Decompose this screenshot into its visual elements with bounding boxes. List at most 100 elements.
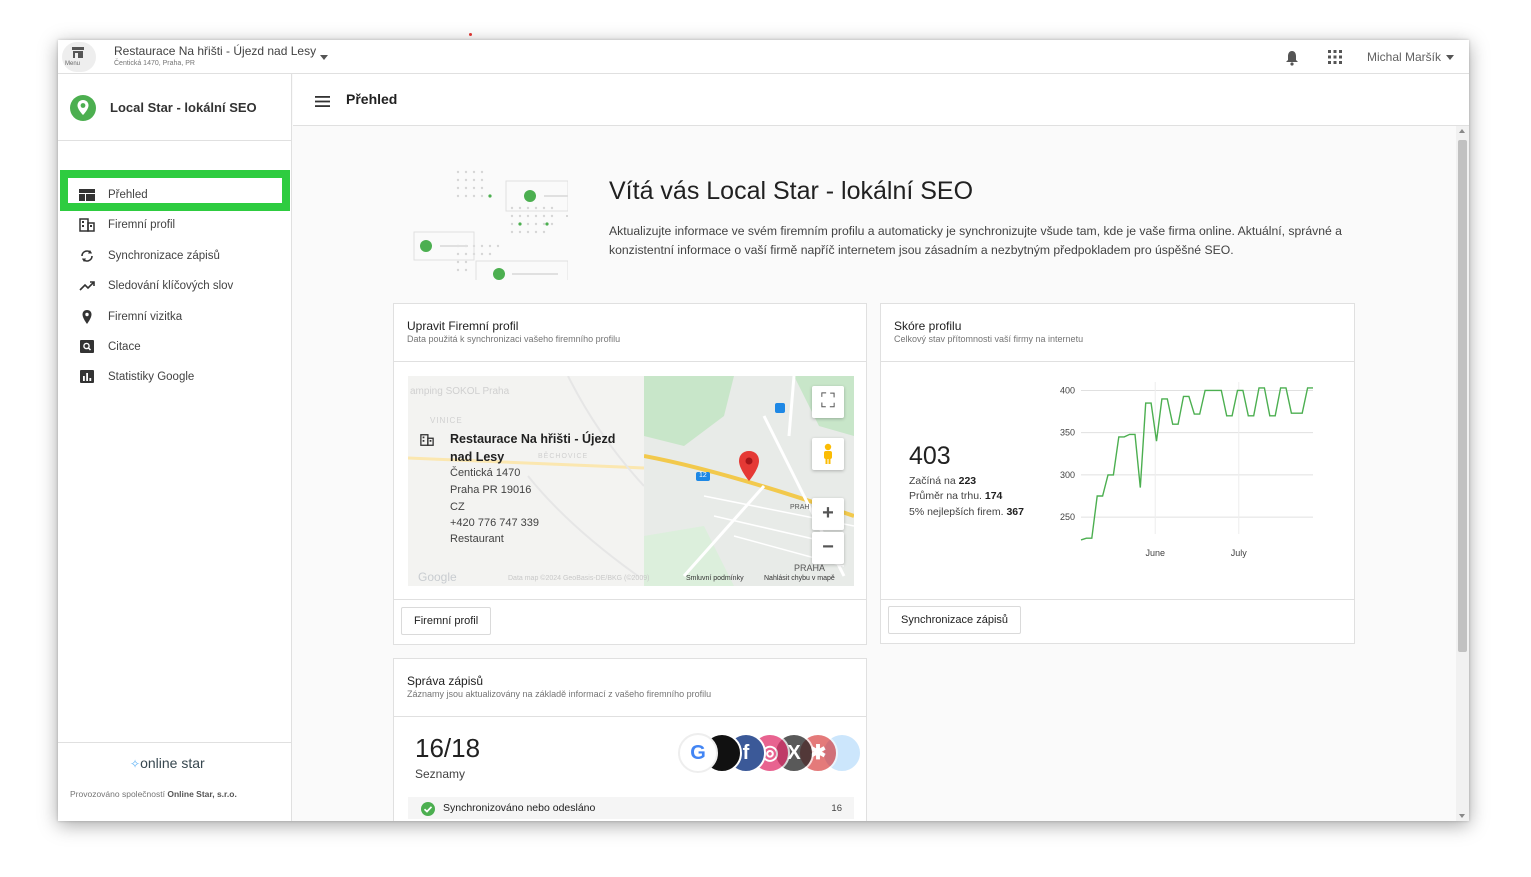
sidebar-item-label: Sledování klíčových slov xyxy=(108,280,234,293)
divider xyxy=(881,599,1354,600)
score-top-label: 5% nejlepších firem. xyxy=(909,506,1004,518)
sidebar-item-statistiky[interactable]: Statistiky Google xyxy=(58,362,292,392)
map-info-panel: amping SOKOL Praha VINICE BĚCHOVICE Rest… xyxy=(408,376,644,586)
sync-listings-button[interactable]: Synchronizace zápisů xyxy=(888,606,1022,634)
scrollbar-thumb[interactable] xyxy=(1458,140,1467,652)
map-faded-roads xyxy=(408,376,644,577)
y-tick-label: 350 xyxy=(1060,428,1075,438)
listings-count: 16/18 xyxy=(415,733,481,763)
google-icon: G xyxy=(678,733,718,773)
sidebar: Local Star - lokální SEO Přehled Firemní… xyxy=(58,74,292,821)
operated-by-text: Provozováno společností Online Star, s.r… xyxy=(70,789,237,799)
business-country: CZ xyxy=(450,501,465,513)
user-menu[interactable]: Michal Maršík xyxy=(1367,50,1455,64)
menu-label: Menu xyxy=(65,61,81,67)
business-category: Restaurant xyxy=(450,533,504,545)
company-name: Online Star, s.r.o. xyxy=(167,789,237,799)
pegman-icon xyxy=(824,443,832,464)
y-tick-label: 400 xyxy=(1060,385,1075,395)
map-label: PRAH xyxy=(790,504,810,511)
sidebar-item-vizitka[interactable]: Firemní vizitka xyxy=(58,302,292,332)
app-window: Menu Restaurace Na hřišti - Újezd nad Le… xyxy=(58,40,1469,821)
street-view-icon[interactable] xyxy=(812,438,844,470)
map-view[interactable]: amping SOKOL Praha VINICE BĚCHOVICE Rest… xyxy=(408,376,854,586)
map-footer: Data map ©2024 GeoBasis-DE/BKG (©2009) S… xyxy=(408,572,854,586)
score-card: Skóre profilu Celkový stav přítomnosti v… xyxy=(880,303,1355,644)
sidebar-item-label: Firemní profil xyxy=(108,219,176,232)
map-pin-icon xyxy=(739,451,759,481)
storefront-icon xyxy=(72,47,84,58)
scroll-down-arrow-icon[interactable] xyxy=(1459,814,1465,818)
bar-chart-icon xyxy=(80,370,94,384)
card-title: Skóre profilu xyxy=(894,319,962,333)
bell-icon[interactable] xyxy=(1285,50,1299,66)
business-phone: +420 776 747 339 xyxy=(450,517,540,529)
score-chart: 250 300 350 400 June July xyxy=(1060,382,1313,558)
logo-text: online star xyxy=(140,755,205,771)
sidebar-item-label: Synchronizace zápisů xyxy=(108,249,220,262)
business-name[interactable]: Restaurace Na hřišti - Újezd nad Lesy xyxy=(114,44,316,58)
sidebar-item-label: Citace xyxy=(108,340,141,353)
hamburger-icon[interactable] xyxy=(315,96,330,107)
welcome-text: Aktualizujte informace ve svém firemním … xyxy=(609,224,1342,257)
firemni-profil-button[interactable]: Firemní profil xyxy=(401,607,492,635)
page-title: Přehled xyxy=(346,91,398,107)
dashboard-icon xyxy=(79,189,95,201)
scrollbar[interactable] xyxy=(1456,126,1469,821)
sync-status-count: 16 xyxy=(831,803,842,814)
card-subtitle: Data použitá k synchronizaci vašeho fire… xyxy=(407,334,621,344)
sidebar-item-klicova-slova[interactable]: Sledování klíčových slov xyxy=(58,271,292,301)
apps-grid-icon[interactable] xyxy=(1328,50,1342,64)
sync-status-row[interactable]: Synchronizováno nebo odesláno 16 xyxy=(408,797,854,819)
map-data-credit: Data map ©2024 GeoBasis-DE/BKG (©2009) xyxy=(508,575,650,582)
welcome-title: Vítá vás Local Star - lokální SEO xyxy=(609,177,974,205)
business-street: Čentická 1470 xyxy=(450,467,521,479)
map-terms-link[interactable]: Smluvní podmínky xyxy=(686,575,744,582)
score-start: Začíná na 223 xyxy=(909,475,976,487)
sync-status-label: Synchronizováno nebo odesláno xyxy=(443,802,596,814)
map-canvas[interactable]: 12 PRAH PRAHA ⛶ + − xyxy=(643,376,854,586)
map-report-link[interactable]: Nahlásit chybu v mapě xyxy=(764,575,835,582)
profile-score: 403 xyxy=(909,442,951,470)
search-box-icon xyxy=(80,339,94,353)
sidebar-item-citace[interactable]: Citace xyxy=(58,332,292,362)
stray-red-dot xyxy=(469,33,472,36)
divider xyxy=(881,361,1354,362)
sidebar-item-prehled[interactable]: Přehled xyxy=(58,180,292,210)
online-star-logo: ✧online star xyxy=(130,755,205,771)
menu-button[interactable]: Menu xyxy=(62,42,96,72)
road-badge: 12 xyxy=(699,472,707,479)
zoom-out-button[interactable]: − xyxy=(812,532,844,564)
card-subtitle: Záznamy jsou aktualizovány na základě in… xyxy=(407,689,712,699)
check-circle-icon xyxy=(421,802,435,816)
x-tick-label: July xyxy=(1231,548,1248,558)
score-start-label: Začíná na xyxy=(909,475,956,487)
sidebar-item-label: Přehled xyxy=(108,189,148,201)
score-average: Průměr na trhu. 174 xyxy=(909,490,1002,502)
score-start-value: 223 xyxy=(958,475,977,487)
sidebar-item-firemni-profil[interactable]: Firemní profil xyxy=(58,210,292,240)
divider xyxy=(394,716,866,717)
sidebar-item-synchronizace[interactable]: Synchronizace zápisů xyxy=(58,241,292,271)
score-average-value: 174 xyxy=(984,490,1003,502)
card-title: Upravit Firemní profil xyxy=(407,319,519,333)
welcome-illustration xyxy=(413,170,568,280)
scroll-up-arrow-icon[interactable] xyxy=(1459,129,1465,133)
fullscreen-icon[interactable]: ⛶ xyxy=(812,386,844,418)
business-switch-caret-icon[interactable] xyxy=(320,55,328,60)
business-name: Restaurace Na hřišti - Újezd nad Lesy xyxy=(450,432,616,464)
operated-by-prefix: Provozováno společností xyxy=(70,789,165,799)
location-pin-icon xyxy=(82,309,92,324)
y-tick-label: 250 xyxy=(1060,512,1075,522)
building-icon xyxy=(79,218,95,233)
brand-title: Local Star - lokální SEO xyxy=(110,100,257,115)
star-spark-icon: ✧ xyxy=(130,757,141,771)
card-title: Správa zápisů xyxy=(407,674,484,688)
score-average-label: Průměr na trhu. xyxy=(909,490,982,502)
divider xyxy=(394,599,866,600)
profile-card: Upravit Firemní profil Data použitá k sy… xyxy=(393,303,867,645)
user-name: Michal Maršík xyxy=(1367,50,1442,64)
zoom-in-button[interactable]: + xyxy=(812,498,844,530)
score-top-value: 367 xyxy=(1006,506,1024,518)
card-subtitle: Celkový stav přítomnosti vaší firmy na i… xyxy=(894,334,1084,344)
